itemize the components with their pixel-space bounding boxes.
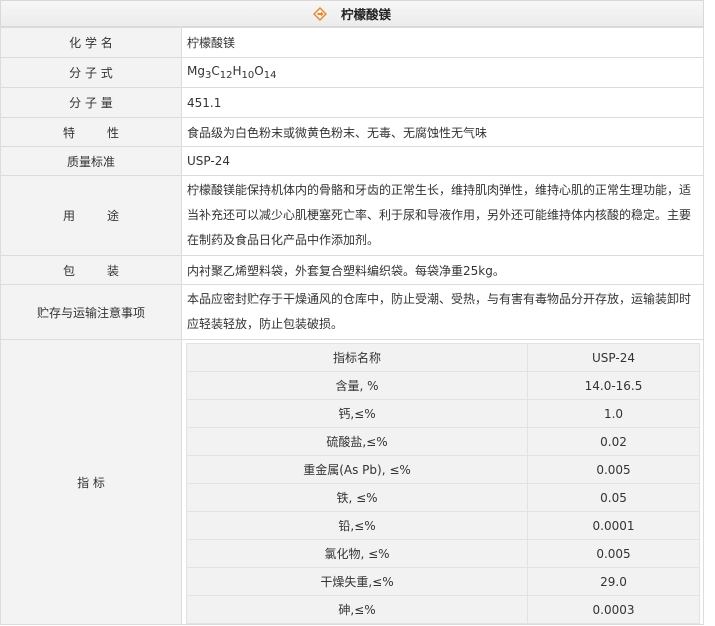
storage-value: 本品应密封贮存于干燥通风的仓库中，防止受潮、受热，与有害有毒物品分开存放，运输装… (181, 284, 704, 340)
chemical-name-label: 化 学 名 (0, 27, 182, 58)
title-bar: 柠檬酸镁 (0, 0, 704, 27)
row-standard: 质量标准 USP-24 (0, 146, 704, 176)
standard-value: USP-24 (181, 146, 704, 176)
row-properties: 特性 食品级为白色粉末或微黄色粉末、无毒、无腐蚀性无气味 (0, 117, 704, 147)
product-info-table: 化 学 名 柠檬酸镁 分 子 式 Mg3C12H10O14 分 子 量 451.… (0, 27, 704, 625)
spec-row: 干燥失重,≤% 29.0 (186, 567, 700, 596)
spec-value: 0.05 (527, 483, 700, 512)
spec-row: 铁, ≤% 0.05 (186, 483, 700, 512)
row-molecular-weight: 分 子 量 451.1 (0, 87, 704, 118)
spec-row: 氯化物, ≤% 0.005 (186, 539, 700, 568)
spec-value: 0.0003 (527, 595, 700, 624)
spec-row: 含量, % 14.0-16.5 (186, 371, 700, 400)
spec-table: 指标名称 USP-24 含量, % 14.0-16.5 钙,≤% 1.0 硫酸盐… (186, 343, 700, 624)
spec-name: 重金属(As Pb), ≤% (186, 455, 528, 484)
spec-name: 硫酸盐,≤% (186, 427, 528, 456)
spec-row: 重金属(As Pb), ≤% 0.005 (186, 455, 700, 484)
spec-value: 0.0001 (527, 511, 700, 540)
spec-value: 1.0 (527, 399, 700, 428)
chemical-name-value: 柠檬酸镁 (181, 27, 704, 58)
formula-label: 分 子 式 (0, 57, 182, 88)
spec-value: 0.02 (527, 427, 700, 456)
standard-label: 质量标准 (0, 146, 182, 176)
spec-value: 29.0 (527, 567, 700, 596)
spec-name: 钙,≤% (186, 399, 528, 428)
spec-value: 0.005 (527, 455, 700, 484)
diamond-arrow-icon (312, 6, 327, 21)
packaging-label: 包装 (0, 255, 182, 285)
spec-name: 砷,≤% (186, 595, 528, 624)
spec-value: 0.005 (527, 539, 700, 568)
spec-name: 铅,≤% (186, 511, 528, 540)
spec-header-name: 指标名称 (186, 343, 528, 372)
row-formula: 分 子 式 Mg3C12H10O14 (0, 57, 704, 88)
row-storage: 贮存与运输注意事项 本品应密封贮存于干燥通风的仓库中，防止受潮、受热，与有害有毒… (0, 284, 704, 340)
spec-row: 钙,≤% 1.0 (186, 399, 700, 428)
product-page: 柠檬酸镁 化 学 名 柠檬酸镁 分 子 式 Mg3C12H10O14 分 子 量… (0, 0, 704, 626)
specs-container: 指标名称 USP-24 含量, % 14.0-16.5 钙,≤% 1.0 硫酸盐… (181, 339, 704, 625)
spec-name: 含量, % (186, 371, 528, 400)
spec-name: 氯化物, ≤% (186, 539, 528, 568)
spec-value: 14.0-16.5 (527, 371, 700, 400)
spec-header-value: USP-24 (527, 343, 700, 372)
molecular-weight-value: 451.1 (181, 87, 704, 118)
spec-row: 砷,≤% 0.0003 (186, 595, 700, 624)
row-specs: 指 标 指标名称 USP-24 含量, % 14.0-16.5 钙,≤% 1.0 (0, 339, 704, 625)
packaging-value: 内衬聚乙烯塑料袋，外套复合塑料编织袋。每袋净重25kg。 (181, 255, 704, 285)
properties-label: 特性 (0, 117, 182, 147)
spec-name: 铁, ≤% (186, 483, 528, 512)
page-title: 柠檬酸镁 (340, 7, 391, 22)
specs-label: 指 标 (0, 339, 182, 625)
molecular-weight-label: 分 子 量 (0, 87, 182, 118)
row-packaging: 包装 内衬聚乙烯塑料袋，外套复合塑料编织袋。每袋净重25kg。 (0, 255, 704, 285)
formula-value: Mg3C12H10O14 (181, 57, 704, 88)
usage-value: 柠檬酸镁能保持机体内的骨骼和牙齿的正常生长，维持肌肉弹性，维持心肌的正常生理功能… (181, 175, 704, 256)
row-chemical-name: 化 学 名 柠檬酸镁 (0, 27, 704, 58)
storage-label: 贮存与运输注意事项 (0, 284, 182, 340)
spec-name: 干燥失重,≤% (186, 567, 528, 596)
row-usage: 用途 柠檬酸镁能保持机体内的骨骼和牙齿的正常生长，维持肌肉弹性，维持心肌的正常生… (0, 175, 704, 256)
spec-row: 铅,≤% 0.0001 (186, 511, 700, 540)
usage-label: 用途 (0, 175, 182, 256)
properties-value: 食品级为白色粉末或微黄色粉末、无毒、无腐蚀性无气味 (181, 117, 704, 147)
spec-header-row: 指标名称 USP-24 (186, 343, 700, 372)
spec-row: 硫酸盐,≤% 0.02 (186, 427, 700, 456)
